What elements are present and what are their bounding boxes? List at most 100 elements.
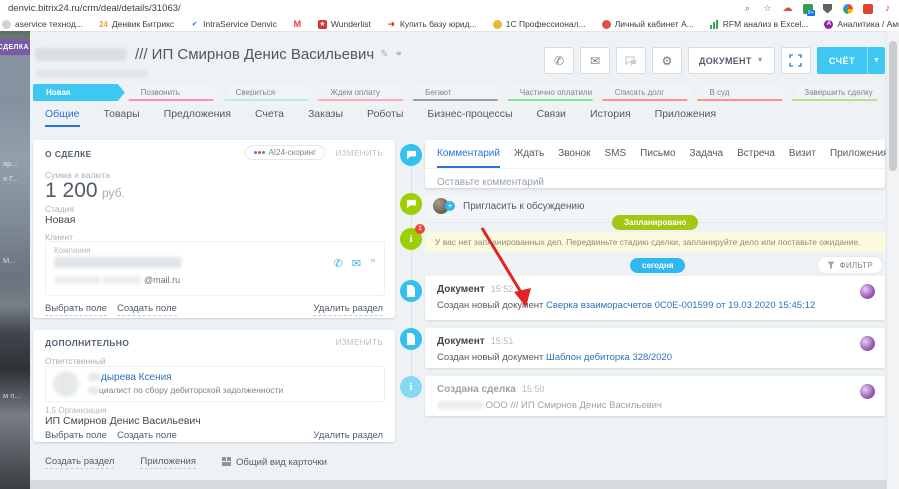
tree-extension-icon[interactable]: 9+ <box>802 3 813 14</box>
bookmark-item[interactable]: aservice технод... <box>2 19 83 29</box>
pipeline-stage[interactable]: В суд <box>696 84 788 101</box>
pipeline-stage[interactable]: Частично оплатили <box>507 84 599 101</box>
url-text[interactable]: denvic.bitrix24.ru/crm/deal/details/3106… <box>0 3 742 14</box>
tab-task[interactable]: Задача <box>690 148 724 168</box>
scrollbar[interactable] <box>886 31 899 489</box>
tab-history[interactable]: История <box>590 108 631 127</box>
blurred-deal-number <box>35 48 127 61</box>
client-company-box[interactable]: Компания ✆ ✉ ❞ @mail.ru <box>45 241 385 296</box>
chrome-extension-icon[interactable] <box>842 3 853 14</box>
shield-extension-icon[interactable] <box>822 3 833 14</box>
email-button[interactable]: ✉ <box>580 47 610 74</box>
tab-meeting[interactable]: Встреча <box>737 148 775 168</box>
invoice-button[interactable]: СЧЁТ ▼ <box>817 47 885 74</box>
delete-section-link[interactable]: Удалить раздел <box>313 303 383 316</box>
redbox-extension-icon[interactable] <box>862 3 873 14</box>
pipeline-stage[interactable]: Завершить сделку <box>791 84 883 101</box>
timeline-entry[interactable]: Документ 15:52 Создан новый документ Све… <box>425 276 885 320</box>
tab-links[interactable]: Связи <box>537 108 566 127</box>
tab-call[interactable]: Звонок <box>558 148 590 168</box>
timeline-entry[interactable]: Документ 15:51 Создан новый документ Шаб… <box>425 328 885 368</box>
responsible-box[interactable]: дырева Ксения циалист по сбору дебиторск… <box>45 366 385 402</box>
choose-field-link[interactable]: Выбрать поле <box>45 430 107 443</box>
bookmark-item[interactable]: M <box>293 20 302 29</box>
tab-invoices[interactable]: Счета <box>255 108 284 127</box>
responsible-name[interactable]: дырева Ксения <box>88 372 172 383</box>
card-view-link[interactable]: Общий вид карточки <box>222 457 327 468</box>
deal-stage-pipeline: Новая Позвонить Свериться Ждем оплату Бе… <box>33 84 883 101</box>
pipeline-stage[interactable]: Позвонить <box>128 84 220 101</box>
entry-title: Документ <box>437 284 485 295</box>
tab-orders[interactable]: Заказы <box>308 108 343 127</box>
tab-wait[interactable]: Ждать <box>514 148 544 168</box>
document-link[interactable]: Сверка взаиморасчетов 0С0Е-001599 от 19.… <box>546 300 815 311</box>
pipeline-stage[interactable]: Свериться <box>223 84 315 101</box>
tab-general[interactable]: Общие <box>45 108 80 127</box>
star-icon[interactable]: ☆ <box>762 3 773 14</box>
bookmark-item[interactable]: ✔IntraService Denvic <box>190 19 277 29</box>
pipeline-stage[interactable]: Ждем оплату <box>317 84 409 101</box>
edit-pencil-icon[interactable]: ✎ <box>380 49 388 60</box>
copy-link-icon[interactable]: ⚭ <box>395 49 403 60</box>
tab-bizproc[interactable]: Бизнес-процессы <box>427 108 512 127</box>
entry-body: Создан новый документ Сверка взаиморасче… <box>437 300 873 311</box>
pipeline-stage[interactable]: Списать долг <box>602 84 694 101</box>
tab-comment[interactable]: Комментарий <box>437 148 500 168</box>
create-field-link[interactable]: Создать поле <box>117 303 177 316</box>
about-deal-card: О СДЕЛКЕ AI24-скоринг ИЗМЕНИТЬ Сумма и в… <box>33 140 395 318</box>
comment-input[interactable]: Оставьте комментарий <box>425 169 885 196</box>
invoice-dropdown-caret[interactable]: ▼ <box>867 47 885 74</box>
tab-email[interactable]: Письмо <box>640 148 675 168</box>
ai-scoring-badge[interactable]: AI24-скоринг <box>245 145 325 160</box>
responsible-label: Ответственный <box>45 356 106 366</box>
bookmark-item[interactable]: AАналитика / Ампл... <box>824 19 899 29</box>
settings-button[interactable]: ⚙ <box>652 47 682 74</box>
timeline-entry[interactable]: Создана сделка 15:50 ООО /// ИП Смирнов … <box>425 376 885 416</box>
cloud-extension-icon[interactable]: ☁ <box>782 3 793 14</box>
bookmark-item[interactable]: Личный кабинет А... <box>602 19 694 29</box>
pipeline-stage[interactable]: Новая <box>33 84 125 101</box>
choose-field-link[interactable]: Выбрать поле <box>45 303 107 316</box>
magnifier-icon[interactable]: ⌕ <box>742 3 753 14</box>
filter-button[interactable]: ФИЛЬТР <box>817 256 883 274</box>
gmail-icon: M <box>293 20 302 29</box>
tab-products[interactable]: Товары <box>104 108 140 127</box>
create-field-link[interactable]: Создать поле <box>117 430 177 443</box>
pipeline-stage[interactable]: Бегают <box>412 84 504 101</box>
tab-apps[interactable]: Приложения <box>655 108 716 127</box>
bookmark-item[interactable]: ➜Купить базу юрид... <box>387 19 477 29</box>
phone-icon[interactable]: ✆ <box>334 257 343 270</box>
tab-robots[interactable]: Роботы <box>367 108 403 127</box>
document-link[interactable]: Шаблон дебиторка 328/2020 <box>546 352 672 363</box>
company-contact-line: @mail.ru <box>54 275 180 285</box>
card-footer-links: Создать раздел Приложения Общий вид карт… <box>45 456 327 469</box>
document-dropdown-button[interactable]: ДОКУМЕНТ▼ <box>688 47 775 74</box>
bookmark-item[interactable]: 1С Профессионал... <box>493 19 586 29</box>
edit-link[interactable]: ИЗМЕНИТЬ <box>336 149 383 158</box>
sidebar-deal-tag: СДЕЛКА <box>0 39 30 55</box>
tab-sms[interactable]: SMS <box>604 148 626 168</box>
scrollbar-thumb[interactable] <box>889 41 897 171</box>
tab-apps[interactable]: Приложения <box>830 148 889 168</box>
chat-bubble-icon[interactable]: ❞ <box>370 257 376 270</box>
plus-icon[interactable]: + <box>445 201 455 211</box>
edit-link[interactable]: ИЗМЕНИТЬ <box>336 338 383 347</box>
sidebar-ghost-item: я Г... <box>3 174 29 183</box>
chat-button[interactable] <box>616 47 646 74</box>
bookmark-item[interactable]: ★Wunderlist <box>318 19 371 29</box>
apps-link[interactable]: Приложения <box>140 456 196 469</box>
bookmark-item[interactable]: RFM анализ в Excel... <box>710 19 809 29</box>
tab-quotes[interactable]: Предложения <box>164 108 231 127</box>
blurred-company-name <box>437 401 483 409</box>
tab-visit[interactable]: Визит <box>789 148 816 168</box>
call-button[interactable]: ✆ <box>544 47 574 74</box>
grid-icon <box>222 457 231 466</box>
entry-time: 15:51 <box>491 336 514 346</box>
check-icon: ✔ <box>190 20 199 29</box>
bookmark-item[interactable]: 24Денвик Битрикс <box>99 19 174 29</box>
pin-expand-button[interactable] <box>781 47 811 74</box>
music-note-extension-icon[interactable]: ♪ <box>882 3 893 14</box>
create-section-link[interactable]: Создать раздел <box>45 456 114 469</box>
envelope-icon[interactable]: ✉ <box>352 257 361 270</box>
delete-section-link[interactable]: Удалить раздел <box>313 430 383 443</box>
